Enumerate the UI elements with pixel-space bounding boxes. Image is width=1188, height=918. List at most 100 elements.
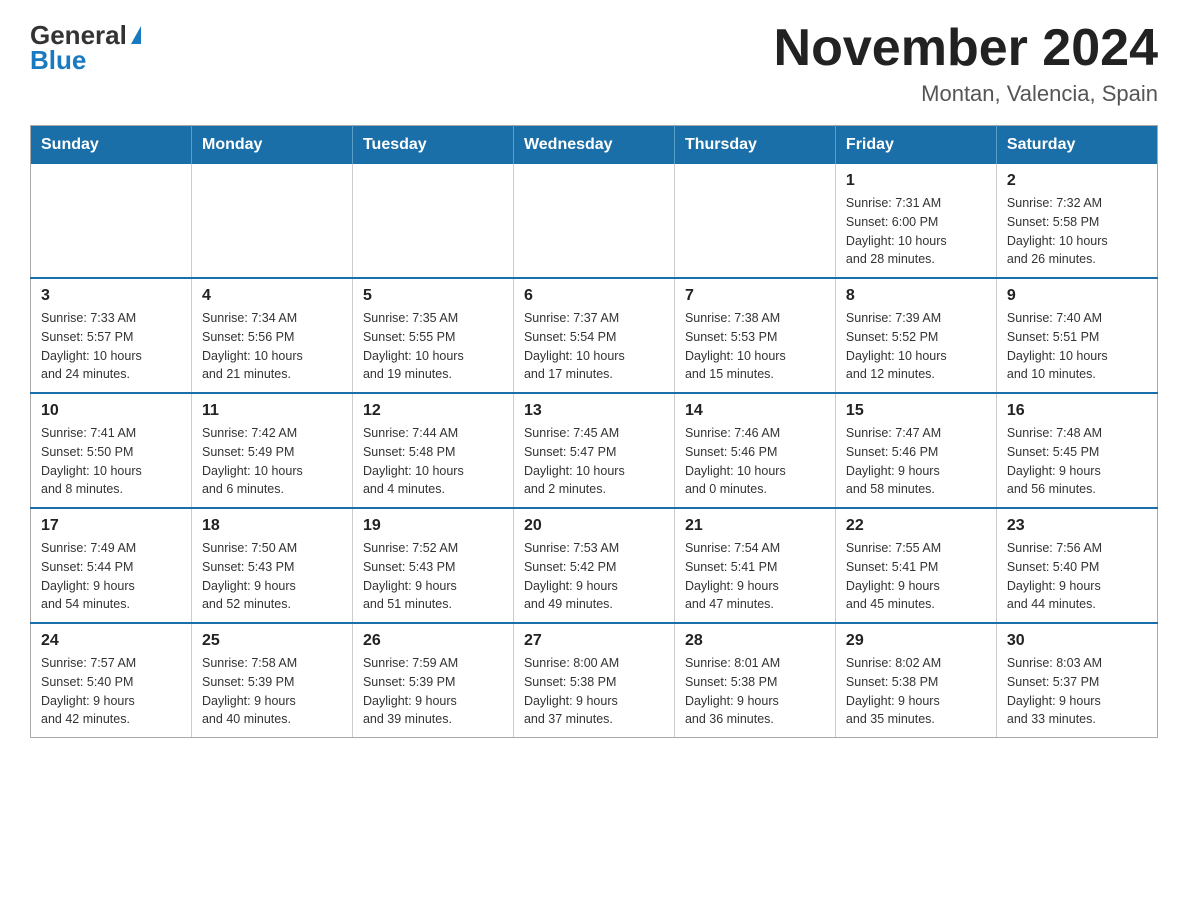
table-row: 21 Sunrise: 7:54 AM Sunset: 5:41 PM Dayli…	[674, 508, 835, 623]
table-row: 16 Sunrise: 7:48 AM Sunset: 5:45 PM Dayli…	[996, 393, 1157, 508]
day-number: 10	[41, 402, 181, 420]
day-info: Sunrise: 7:47 AM Sunset: 5:46 PM Dayligh…	[846, 424, 986, 499]
day-number: 6	[524, 287, 664, 305]
calendar-week-row: 1 Sunrise: 7:31 AM Sunset: 6:00 PM Daylig…	[31, 164, 1158, 278]
day-number: 16	[1007, 402, 1147, 420]
calendar-week-row: 17 Sunrise: 7:49 AM Sunset: 5:44 PM Dayli…	[31, 508, 1158, 623]
table-row: 13 Sunrise: 7:45 AM Sunset: 5:47 PM Dayli…	[513, 393, 674, 508]
table-row: 7 Sunrise: 7:38 AM Sunset: 5:53 PM Daylig…	[674, 278, 835, 393]
day-info: Sunrise: 7:48 AM Sunset: 5:45 PM Dayligh…	[1007, 424, 1147, 499]
table-row: 3 Sunrise: 7:33 AM Sunset: 5:57 PM Daylig…	[31, 278, 192, 393]
day-number: 17	[41, 517, 181, 535]
day-number: 22	[846, 517, 986, 535]
table-row: 4 Sunrise: 7:34 AM Sunset: 5:56 PM Daylig…	[191, 278, 352, 393]
header-wednesday: Wednesday	[513, 126, 674, 165]
table-row	[352, 164, 513, 278]
day-info: Sunrise: 8:01 AM Sunset: 5:38 PM Dayligh…	[685, 654, 825, 729]
table-row: 26Sunrise: 7:59 AM Sunset: 5:39 PM Dayli…	[352, 623, 513, 738]
table-row: 24 Sunrise: 7:57 AM Sunset: 5:40 PM Dayli…	[31, 623, 192, 738]
calendar-header-row: Sunday Monday Tuesday Wednesday Thursday…	[31, 126, 1158, 165]
day-number: 3	[41, 287, 181, 305]
day-info: Sunrise: 7:56 AM Sunset: 5:40 PM Dayligh…	[1007, 539, 1147, 614]
table-row: 11 Sunrise: 7:42 AM Sunset: 5:49 PM Dayli…	[191, 393, 352, 508]
day-number: 29	[846, 632, 986, 650]
table-row: 2 Sunrise: 7:32 AM Sunset: 5:58 PM Daylig…	[996, 164, 1157, 278]
logo-triangle-icon	[131, 26, 141, 44]
table-row: 6 Sunrise: 7:37 AM Sunset: 5:54 PM Daylig…	[513, 278, 674, 393]
day-number: 18	[202, 517, 342, 535]
day-number: 8	[846, 287, 986, 305]
day-number: 11	[202, 402, 342, 420]
table-row: 8 Sunrise: 7:39 AM Sunset: 5:52 PM Daylig…	[835, 278, 996, 393]
day-info: Sunrise: 7:32 AM Sunset: 5:58 PM Dayligh…	[1007, 194, 1147, 269]
day-number: 24	[41, 632, 181, 650]
day-info: Sunrise: 7:49 AM Sunset: 5:44 PM Dayligh…	[41, 539, 181, 614]
calendar-week-row: 10Sunrise: 7:41 AM Sunset: 5:50 PM Dayli…	[31, 393, 1158, 508]
day-info: Sunrise: 7:57 AM Sunset: 5:40 PM Dayligh…	[41, 654, 181, 729]
day-number: 4	[202, 287, 342, 305]
table-row: 25Sunrise: 7:58 AM Sunset: 5:39 PM Dayli…	[191, 623, 352, 738]
day-info: Sunrise: 7:59 AM Sunset: 5:39 PM Dayligh…	[363, 654, 503, 729]
day-info: Sunrise: 7:54 AM Sunset: 5:41 PM Dayligh…	[685, 539, 825, 614]
header-sunday: Sunday	[31, 126, 192, 165]
day-info: Sunrise: 7:34 AM Sunset: 5:56 PM Dayligh…	[202, 309, 342, 384]
table-row: 12Sunrise: 7:44 AM Sunset: 5:48 PM Dayli…	[352, 393, 513, 508]
table-row: 29 Sunrise: 8:02 AM Sunset: 5:38 PM Dayli…	[835, 623, 996, 738]
day-info: Sunrise: 7:39 AM Sunset: 5:52 PM Dayligh…	[846, 309, 986, 384]
table-row: 17 Sunrise: 7:49 AM Sunset: 5:44 PM Dayli…	[31, 508, 192, 623]
day-number: 19	[363, 517, 503, 535]
day-info: Sunrise: 7:31 AM Sunset: 6:00 PM Dayligh…	[846, 194, 986, 269]
day-info: Sunrise: 7:33 AM Sunset: 5:57 PM Dayligh…	[41, 309, 181, 384]
day-number: 7	[685, 287, 825, 305]
day-number: 15	[846, 402, 986, 420]
table-row	[674, 164, 835, 278]
calendar-table: Sunday Monday Tuesday Wednesday Thursday…	[30, 125, 1158, 738]
day-number: 30	[1007, 632, 1147, 650]
day-number: 12	[363, 402, 503, 420]
day-number: 14	[685, 402, 825, 420]
day-info: Sunrise: 7:42 AM Sunset: 5:49 PM Dayligh…	[202, 424, 342, 499]
day-number: 20	[524, 517, 664, 535]
day-number: 28	[685, 632, 825, 650]
table-row: 23 Sunrise: 7:56 AM Sunset: 5:40 PM Dayli…	[996, 508, 1157, 623]
header-saturday: Saturday	[996, 126, 1157, 165]
title-area: November 2024 Montan, Valencia, Spain	[774, 20, 1158, 107]
day-info: Sunrise: 7:53 AM Sunset: 5:42 PM Dayligh…	[524, 539, 664, 614]
day-number: 13	[524, 402, 664, 420]
logo: General Blue	[30, 20, 141, 76]
day-number: 27	[524, 632, 664, 650]
day-info: Sunrise: 7:38 AM Sunset: 5:53 PM Dayligh…	[685, 309, 825, 384]
day-info: Sunrise: 8:02 AM Sunset: 5:38 PM Dayligh…	[846, 654, 986, 729]
day-info: Sunrise: 8:03 AM Sunset: 5:37 PM Dayligh…	[1007, 654, 1147, 729]
table-row: 14Sunrise: 7:46 AM Sunset: 5:46 PM Dayli…	[674, 393, 835, 508]
table-row: 28 Sunrise: 8:01 AM Sunset: 5:38 PM Dayli…	[674, 623, 835, 738]
table-row	[513, 164, 674, 278]
page-subtitle: Montan, Valencia, Spain	[774, 81, 1158, 107]
table-row	[31, 164, 192, 278]
header-monday: Monday	[191, 126, 352, 165]
day-number: 1	[846, 172, 986, 190]
table-row: 10Sunrise: 7:41 AM Sunset: 5:50 PM Dayli…	[31, 393, 192, 508]
header-tuesday: Tuesday	[352, 126, 513, 165]
day-number: 23	[1007, 517, 1147, 535]
header-friday: Friday	[835, 126, 996, 165]
table-row: 5Sunrise: 7:35 AM Sunset: 5:55 PM Daylig…	[352, 278, 513, 393]
logo-blue: Blue	[30, 45, 86, 76]
calendar-week-row: 3 Sunrise: 7:33 AM Sunset: 5:57 PM Daylig…	[31, 278, 1158, 393]
day-info: Sunrise: 7:45 AM Sunset: 5:47 PM Dayligh…	[524, 424, 664, 499]
day-info: Sunrise: 7:55 AM Sunset: 5:41 PM Dayligh…	[846, 539, 986, 614]
header: General Blue November 2024 Montan, Valen…	[30, 20, 1158, 107]
table-row: 9Sunrise: 7:40 AM Sunset: 5:51 PM Daylig…	[996, 278, 1157, 393]
day-number: 9	[1007, 287, 1147, 305]
day-number: 25	[202, 632, 342, 650]
day-number: 21	[685, 517, 825, 535]
day-number: 2	[1007, 172, 1147, 190]
table-row: 27Sunrise: 8:00 AM Sunset: 5:38 PM Dayli…	[513, 623, 674, 738]
table-row: 1 Sunrise: 7:31 AM Sunset: 6:00 PM Daylig…	[835, 164, 996, 278]
day-info: Sunrise: 7:37 AM Sunset: 5:54 PM Dayligh…	[524, 309, 664, 384]
table-row: 18Sunrise: 7:50 AM Sunset: 5:43 PM Dayli…	[191, 508, 352, 623]
table-row: 15 Sunrise: 7:47 AM Sunset: 5:46 PM Dayli…	[835, 393, 996, 508]
table-row: 22 Sunrise: 7:55 AM Sunset: 5:41 PM Dayli…	[835, 508, 996, 623]
day-number: 5	[363, 287, 503, 305]
table-row	[191, 164, 352, 278]
